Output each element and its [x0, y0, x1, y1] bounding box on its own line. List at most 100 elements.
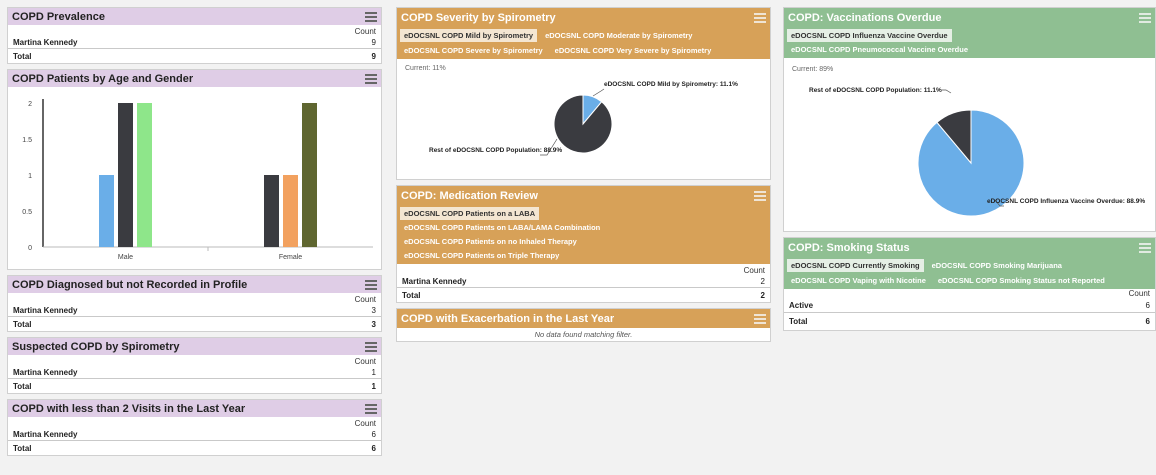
panel-title: Suspected COPD by Spirometry: [12, 340, 180, 353]
tab-vaping[interactable]: eDOCSNL COPD Vaping with Nicotine: [787, 274, 930, 287]
total-row: Total 6: [13, 443, 376, 453]
total-row: Total 2: [402, 290, 765, 300]
smoking-header: COPD: Smoking Status: [784, 238, 1155, 257]
medication-tabs: eDOCSNL COPD Patients on a LABA eDOCSNL …: [397, 205, 770, 264]
severity-panel: COPD Severity by Spirometry eDOCSNL COPD…: [396, 7, 771, 180]
total-row: Total 1: [13, 381, 376, 391]
hamburger-menu-icon[interactable]: [365, 403, 377, 414]
y-tick-label: 0.5: [22, 209, 32, 216]
tab-moderate[interactable]: eDOCSNL COPD Moderate by Spirometry: [541, 29, 696, 42]
tab-currently-smoking[interactable]: eDOCSNL COPD Currently Smoking: [787, 259, 924, 272]
table-row[interactable]: Active 6: [784, 298, 1155, 313]
pie-label-influenza: eDOCSNL COPD Influenza Vaccine Overdue: …: [987, 198, 1146, 205]
vaccinations-panel: COPD: Vaccinations Overdue eDOCSNL COPD …: [783, 7, 1156, 232]
bar[interactable]: [283, 175, 298, 247]
column-middle: COPD Severity by Spirometry eDOCSNL COPD…: [396, 7, 771, 347]
tab-severe[interactable]: eDOCSNL COPD Severe by Spirometry: [400, 44, 547, 57]
tab-triple[interactable]: eDOCSNL COPD Patients on Triple Therapy: [400, 249, 563, 262]
table-row[interactable]: Martina Kennedy 1: [8, 367, 381, 379]
tab-laba-lama[interactable]: eDOCSNL COPD Patients on LABA/LAMA Combi…: [400, 221, 604, 234]
hamburger-menu-icon[interactable]: [754, 190, 766, 201]
tab-influenza[interactable]: eDOCSNL COPD Influenza Vaccine Overdue: [787, 29, 952, 42]
table-row[interactable]: Martina Kennedy 6: [8, 429, 381, 441]
panel-title: COPD with less than 2 Visits in the Last…: [12, 402, 246, 415]
severity-header: COPD Severity by Spirometry: [397, 8, 770, 27]
panel-title: COPD Patients by Age and Gender: [12, 72, 194, 85]
count-column-header: Count: [354, 294, 376, 304]
y-tick-label: 2: [28, 101, 32, 108]
x-category-label: Female: [279, 254, 302, 261]
hamburger-menu-icon[interactable]: [1139, 242, 1151, 253]
leader-line: [942, 89, 952, 94]
panel-title: COPD: Medication Review: [401, 189, 538, 202]
pie-chart: [540, 88, 613, 156]
hamburger-menu-icon[interactable]: [365, 279, 377, 290]
bar[interactable]: [302, 103, 317, 247]
visits-table: Count Martina Kennedy 6 Total 6: [8, 417, 381, 455]
smoking-panel: COPD: Smoking Status eDOCSNL COPD Curren…: [783, 237, 1156, 331]
panel-title: COPD Diagnosed but not Recorded in Profi…: [12, 278, 248, 291]
count-column-header: Count: [743, 265, 765, 275]
pie-label-rest: Rest of eDOCSNL COPD Population: 11.1%: [809, 87, 942, 94]
medication-table: Count Martina Kennedy 2 Total 2: [397, 264, 770, 302]
prevalence-header: COPD Prevalence: [8, 8, 381, 25]
vaccinations-tabs: eDOCSNL COPD Influenza Vaccine Overdue e…: [784, 27, 1155, 58]
hamburger-menu-icon[interactable]: [365, 73, 377, 84]
tab-no-inhaled[interactable]: eDOCSNL COPD Patients on no Inhaled Ther…: [400, 235, 581, 248]
total-row: Total 9: [13, 51, 376, 61]
pie-label-rest: Rest of eDOCSNL COPD Population: 88.9%: [429, 147, 563, 154]
column-left: COPD Prevalence Count Martina Kennedy 9 T…: [7, 7, 382, 461]
table-row[interactable]: Martina Kennedy 2: [397, 276, 770, 288]
hamburger-menu-icon[interactable]: [365, 341, 377, 352]
severity-tabs: eDOCSNL COPD Mild by Spirometry eDOCSNL …: [397, 27, 770, 59]
exacerbation-header: COPD with Exacerbation in the Last Year: [397, 309, 770, 328]
table-row[interactable]: Martina Kennedy 9: [8, 37, 381, 49]
tab-laba[interactable]: eDOCSNL COPD Patients on a LABA: [400, 207, 540, 220]
suspected-panel: Suspected COPD by Spirometry Count Marti…: [7, 337, 382, 394]
bar[interactable]: [137, 103, 152, 247]
exacerbation-panel: COPD with Exacerbation in the Last Year …: [396, 308, 771, 342]
count-column-header: Count: [354, 26, 376, 36]
x-category-label: Male: [118, 254, 133, 261]
bar[interactable]: [118, 103, 133, 247]
prevalence-table: Count Martina Kennedy 9 Total 9: [8, 25, 381, 63]
panel-title: COPD with Exacerbation in the Last Year: [401, 312, 615, 325]
tab-pneumococcal[interactable]: eDOCSNL COPD Pneumococcal Vaccine Overdu…: [787, 43, 972, 56]
count-column-header: Count: [354, 356, 376, 366]
tab-not-reported[interactable]: eDOCSNL COPD Smoking Status not Reported: [934, 274, 1109, 287]
tab-marijuana[interactable]: eDOCSNL COPD Smoking Marijuana: [928, 259, 1066, 272]
hamburger-menu-icon[interactable]: [1139, 12, 1151, 23]
age-gender-header: COPD Patients by Age and Gender: [8, 70, 381, 87]
severity-pie-chart: Current: 11% eDOCSNL COPD Mild by Spirom…: [397, 59, 770, 179]
prevalence-panel: COPD Prevalence Count Martina Kennedy 9 T…: [7, 7, 382, 64]
hamburger-menu-icon[interactable]: [365, 11, 377, 22]
medication-panel: COPD: Medication Review eDOCSNL COPD Pat…: [396, 185, 771, 303]
age-gender-chart: 0 0.5 1 1.5 2 Male Female: [8, 87, 381, 269]
bar[interactable]: [99, 175, 114, 247]
table-row[interactable]: Martina Kennedy 3: [8, 305, 381, 317]
diagnosed-table: Count Martina Kennedy 3 Total 3: [8, 293, 381, 331]
y-tick-label: 1.5: [22, 137, 32, 144]
diagnosed-header: COPD Diagnosed but not Recorded in Profi…: [8, 276, 381, 293]
column-right: COPD: Vaccinations Overdue eDOCSNL COPD …: [783, 7, 1156, 336]
total-row: Total 3: [13, 319, 376, 329]
medication-header: COPD: Medication Review: [397, 186, 770, 205]
y-tick-label: 0: [28, 245, 32, 252]
panel-title: COPD Severity by Spirometry: [401, 11, 556, 24]
hamburger-menu-icon[interactable]: [754, 12, 766, 23]
hamburger-menu-icon[interactable]: [754, 313, 766, 324]
pie-slice[interactable]: [553, 94, 613, 154]
pie-label-mild: eDOCSNL COPD Mild by Spirometry: 11.1%: [604, 81, 738, 88]
visits-header: COPD with less than 2 Visits in the Last…: [8, 400, 381, 417]
suspected-header: Suspected COPD by Spirometry: [8, 338, 381, 355]
suspected-table: Count Martina Kennedy 1 Total 1: [8, 355, 381, 393]
tab-mild[interactable]: eDOCSNL COPD Mild by Spirometry: [400, 29, 538, 42]
age-gender-panel: COPD Patients by Age and Gender 0 0.5 1 1.5…: [7, 69, 382, 270]
panel-title: COPD: Smoking Status: [788, 241, 910, 254]
bar[interactable]: [264, 175, 279, 247]
tab-very-severe[interactable]: eDOCSNL COPD Very Severe by Spirometry: [551, 44, 716, 57]
smoking-table: Count Active 6 Total 6: [784, 289, 1155, 330]
visits-panel: COPD with less than 2 Visits in the Last…: [7, 399, 382, 456]
count-column-header: Count: [354, 418, 376, 428]
smoking-tabs: eDOCSNL COPD Currently Smoking eDOCSNL C…: [784, 257, 1155, 289]
